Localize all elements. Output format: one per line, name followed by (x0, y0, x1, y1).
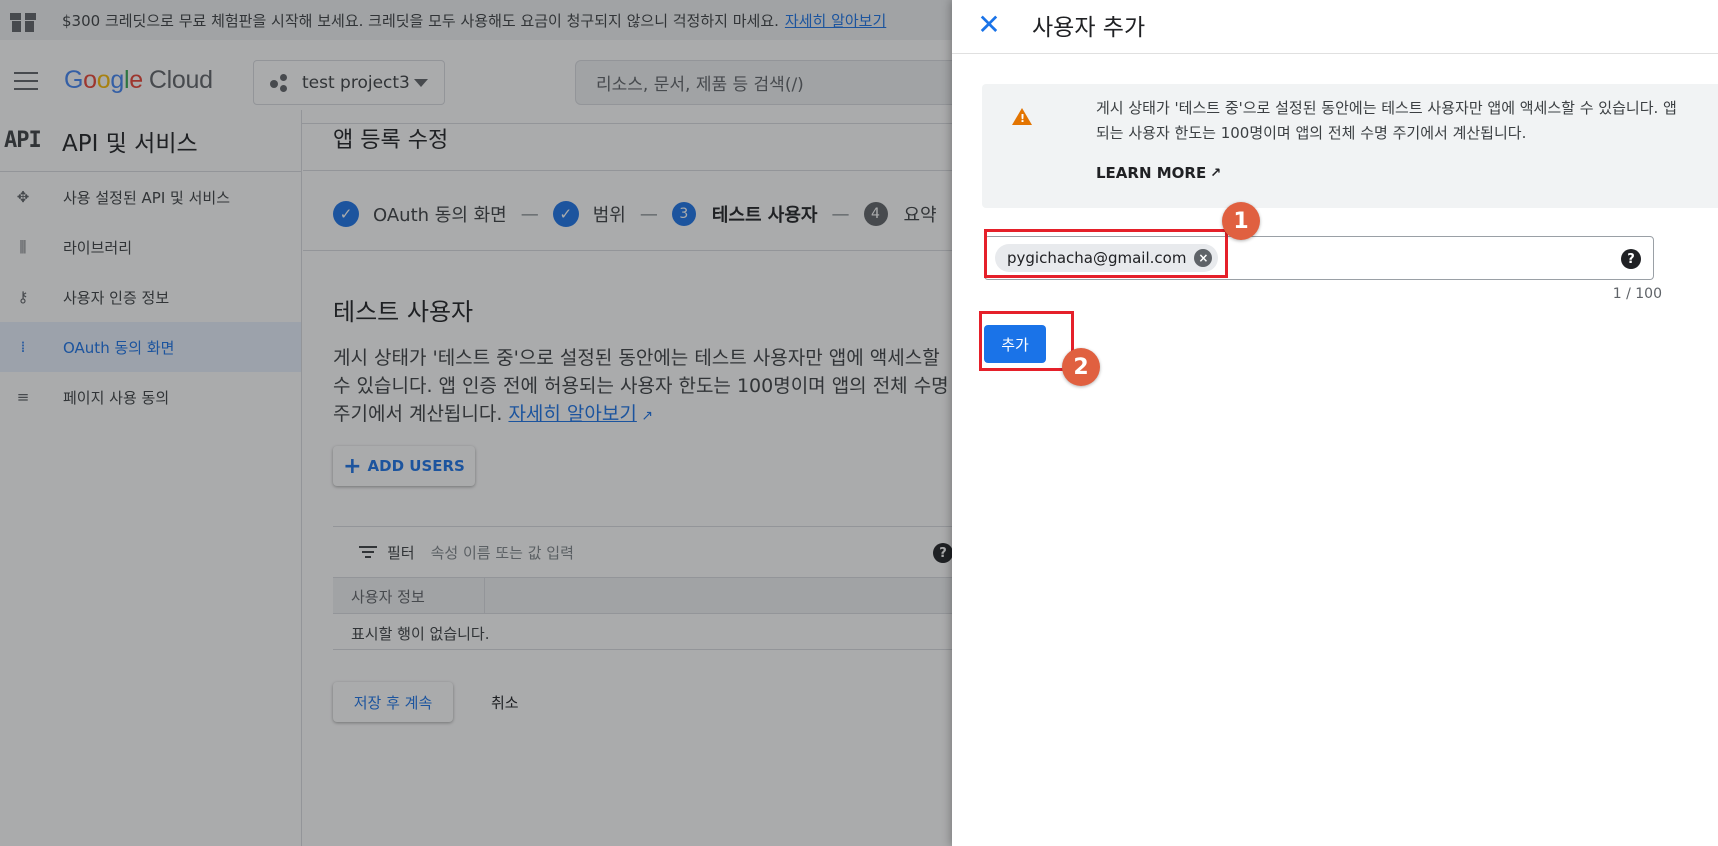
highlight-box-email (984, 229, 1228, 278)
notice-box: ! 게시 상태가 '테스트 중'으로 설정된 동안에는 테스트 사용자만 앱에 … (982, 84, 1718, 208)
panel-title: 사용자 추가 (1032, 15, 1146, 41)
highlight-box-add (979, 311, 1074, 371)
modal-scrim[interactable] (0, 0, 952, 846)
user-counter: 1 / 100 (1612, 286, 1662, 302)
panel-header: ✕ 사용자 추가 (952, 0, 1718, 54)
external-link-icon: ↗ (1210, 165, 1222, 181)
add-users-panel: ✕ 사용자 추가 ! 게시 상태가 '테스트 중'으로 설정된 동안에는 테스트… (952, 0, 1718, 846)
help-icon[interactable]: ? (1621, 249, 1641, 269)
notice-text: 게시 상태가 '테스트 중'으로 설정된 동안에는 테스트 사용자만 앱에 액세… (1096, 99, 1677, 142)
step-badge-1: 1 (1222, 202, 1260, 240)
close-icon[interactable]: ✕ (974, 10, 1004, 40)
step-badge-2: 2 (1062, 348, 1100, 386)
learn-more-link[interactable]: LEARN MORE ↗ (1096, 164, 1221, 182)
